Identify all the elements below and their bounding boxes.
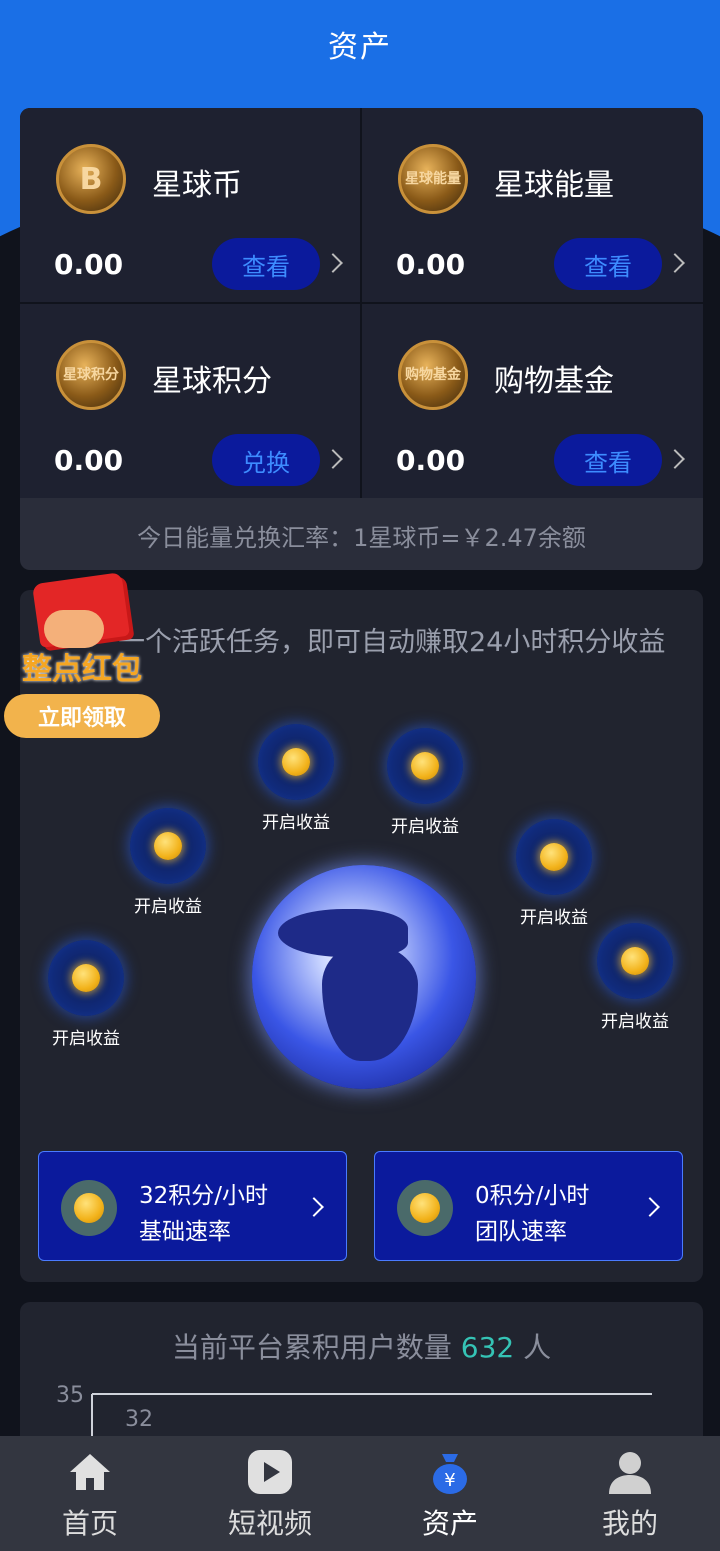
base-rate-label: 基础速率 — [139, 1219, 231, 1245]
svg-text:¥: ¥ — [444, 1470, 455, 1491]
asset-panel: B 星球币 0.00 查看 星球能量 星球能量 0.00 查看 星球积分 星球积… — [20, 108, 703, 570]
exchange-button[interactable]: 兑换 — [212, 434, 320, 486]
nav-label: 短视频 — [227, 1507, 312, 1540]
start-earning-bubble[interactable]: 开启收益 — [494, 819, 614, 928]
view-button[interactable]: 查看 — [554, 434, 662, 486]
asset-name: 星球积分 — [152, 364, 272, 399]
bitcoin-coin-icon: B — [56, 144, 126, 214]
nav-short-video[interactable]: 短视频 — [180, 1436, 360, 1551]
fund-coin-icon: 购物基金 — [398, 340, 468, 410]
bubble-label: 开启收益 — [262, 813, 330, 833]
team-rate-value: 0积分/小时 — [475, 1183, 590, 1209]
red-packet-title: 整点红包 — [22, 652, 142, 687]
coin-icon — [61, 1180, 117, 1236]
asset-card-planet-energy: 星球能量 星球能量 0.00 查看 — [362, 108, 703, 302]
nav-label: 资产 — [421, 1507, 478, 1540]
asset-value: 0.00 — [54, 248, 124, 281]
nav-label: 我的 — [601, 1507, 658, 1540]
chevron-right-icon — [304, 1197, 324, 1217]
team-rate-card[interactable]: 0积分/小时 团队速率 — [374, 1151, 683, 1261]
money-bag-icon: ¥ — [433, 1454, 467, 1494]
bubble-label: 开启收益 — [52, 1029, 120, 1049]
hand-icon — [44, 610, 104, 648]
asset-value: 0.00 — [396, 248, 466, 281]
home-icon — [70, 1454, 110, 1490]
asset-name: 星球币 — [152, 168, 242, 203]
start-earning-bubble[interactable]: 开启收益 — [108, 808, 228, 917]
view-button[interactable]: 查看 — [554, 238, 662, 290]
video-play-icon — [248, 1450, 292, 1494]
asset-card-shopping-fund: 购物基金 购物基金 0.00 查看 — [362, 304, 703, 498]
bubble-label: 开启收益 — [391, 817, 459, 837]
claim-now-button[interactable]: 立即领取 — [4, 694, 160, 738]
base-rate-card[interactable]: 32积分/小时 基础速率 — [38, 1151, 347, 1261]
start-earning-bubble[interactable]: 开启收益 — [26, 940, 146, 1049]
asset-card-planet-points: 星球积分 星球积分 0.00 兑换 — [20, 304, 360, 498]
red-packet-widget[interactable]: 整点红包 立即领取 — [4, 572, 164, 742]
earth-globe-image — [252, 865, 476, 1089]
chevron-right-icon[interactable] — [665, 449, 685, 469]
nav-mine[interactable]: 我的 — [540, 1436, 720, 1551]
y-tick-label: 35 — [56, 1383, 84, 1408]
asset-name: 购物基金 — [494, 364, 614, 399]
points-coin-icon: 星球积分 — [56, 340, 126, 410]
bottom-nav: 首页 短视频 ¥ 资产 我的 — [0, 1436, 720, 1551]
coin-orb-icon — [516, 819, 592, 895]
nav-label: 首页 — [61, 1507, 118, 1540]
coin-orb-icon — [48, 940, 124, 1016]
view-button[interactable]: 查看 — [212, 238, 320, 290]
chevron-right-icon — [640, 1197, 660, 1217]
asset-name: 星球能量 — [494, 168, 614, 203]
nav-assets[interactable]: ¥ 资产 — [360, 1436, 540, 1551]
page-title: 资产 — [0, 0, 720, 87]
nav-home[interactable]: 首页 — [0, 1436, 180, 1551]
start-earning-bubble[interactable]: 开启收益 — [575, 923, 695, 1032]
asset-value: 0.00 — [396, 444, 466, 477]
coin-orb-icon — [130, 808, 206, 884]
asset-card-planet-coin: B 星球币 0.00 查看 — [20, 108, 360, 302]
asset-grid: B 星球币 0.00 查看 星球能量 星球能量 0.00 查看 星球积分 星球积… — [20, 108, 703, 498]
coin-orb-icon — [597, 923, 673, 999]
energy-coin-icon: 星球能量 — [398, 144, 468, 214]
start-earning-bubble[interactable]: 开启收益 — [236, 724, 356, 833]
chevron-right-icon[interactable] — [323, 253, 343, 273]
start-earning-bubble[interactable]: 开启收益 — [365, 728, 485, 837]
task-description: 一个活跃任务，即可自动赚取24小时积分收益 — [118, 627, 666, 658]
user-profile-icon — [609, 1452, 651, 1494]
coin-icon — [397, 1180, 453, 1236]
team-rate-label: 团队速率 — [475, 1219, 567, 1245]
coin-orb-icon — [387, 728, 463, 804]
bubble-label: 开启收益 — [134, 897, 202, 917]
base-rate-value: 32积分/小时 — [139, 1183, 269, 1209]
data-label: 32 — [125, 1407, 153, 1432]
chevron-right-icon[interactable] — [665, 253, 685, 273]
asset-value: 0.00 — [54, 444, 124, 477]
chevron-right-icon[interactable] — [323, 449, 343, 469]
exchange-rate-text: 今日能量兑换汇率：1星球币=￥2.47余额 — [137, 523, 586, 552]
coin-orb-icon — [258, 724, 334, 800]
bubble-label: 开启收益 — [601, 1012, 669, 1032]
